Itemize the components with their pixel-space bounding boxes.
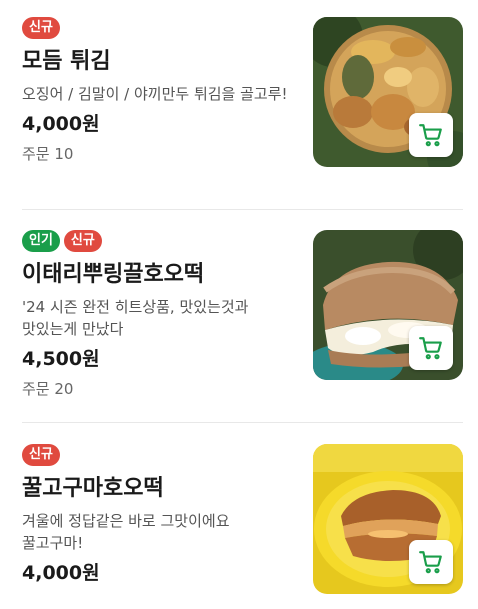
- badge-group: 신규: [22, 17, 292, 39]
- divider: [22, 209, 463, 210]
- cart-icon: [419, 337, 442, 360]
- menu-item-name: 모듬 튀김: [22, 49, 111, 74]
- menu-item-fried-assortment[interactable]: 신규 모듬 튀김 오징어 / 김말이 / 야끼만두 튀김을 골고루! 4,000…: [0, 17, 478, 212]
- fried-assortment-photo: [313, 17, 463, 167]
- cart-icon: [419, 124, 442, 147]
- menu-item-price: 4,000원: [22, 113, 100, 135]
- menu-item-info: 신규 꿀고구마호오떡 겨울에 정답같은 바로 그맛이에요 꿀고구마! 4,000…: [22, 444, 292, 586]
- sweet-potato-hotteok-photo: [313, 444, 463, 594]
- divider: [22, 422, 463, 423]
- menu-item-info: 인기 신규 이태리뿌링끌호오떡 '24 시즌 완전 히트상품, 맛있는것과 맛있…: [22, 230, 292, 400]
- add-to-cart-button[interactable]: [409, 540, 453, 584]
- badge-popular: 인기: [22, 230, 60, 252]
- menu-item-info: 신규 모듬 튀김 오징어 / 김말이 / 야끼만두 튀김을 골고루! 4,000…: [22, 17, 292, 165]
- badge-group: 인기 신규: [22, 230, 292, 252]
- badge-new: 신규: [22, 444, 60, 466]
- menu-item-order-count: 주문 20: [22, 380, 74, 398]
- menu-item-order-count: 주문 10: [22, 145, 74, 163]
- menu-item-description: 오징어 / 김말이 / 야끼만두 튀김을 골고루!: [22, 85, 288, 103]
- menu-item-name: 꿀고구마호오떡: [22, 476, 164, 501]
- menu-item-cheese-hotteok[interactable]: 인기 신규 이태리뿌링끌호오떡 '24 시즌 완전 히트상품, 맛있는것과 맛있…: [0, 230, 478, 425]
- menu-list: 신규 모듬 튀김 오징어 / 김말이 / 야끼만두 튀김을 골고루! 4,000…: [0, 0, 478, 609]
- menu-item-description: 겨울에 정답같은 바로 그맛이에요 꿀고구마!: [22, 512, 230, 552]
- badge-new: 신규: [22, 17, 60, 39]
- menu-item-description: '24 시즌 완전 히트상품, 맛있는것과 맛있는게 만났다: [22, 298, 249, 338]
- cheese-hotteok-photo: [313, 230, 463, 380]
- badge-new: 신규: [63, 230, 102, 252]
- add-to-cart-button[interactable]: [409, 326, 453, 370]
- badge-group: 신규: [22, 444, 292, 466]
- add-to-cart-button[interactable]: [409, 113, 453, 157]
- menu-item-sweet-potato-hotteok[interactable]: 신규 꿀고구마호오떡 겨울에 정답같은 바로 그맛이에요 꿀고구마! 4,000…: [0, 444, 478, 609]
- cart-icon: [419, 551, 442, 574]
- menu-item-price: 4,500원: [22, 348, 100, 370]
- menu-item-name: 이태리뿌링끌호오떡: [22, 262, 205, 287]
- menu-item-price: 4,000원: [22, 562, 100, 584]
